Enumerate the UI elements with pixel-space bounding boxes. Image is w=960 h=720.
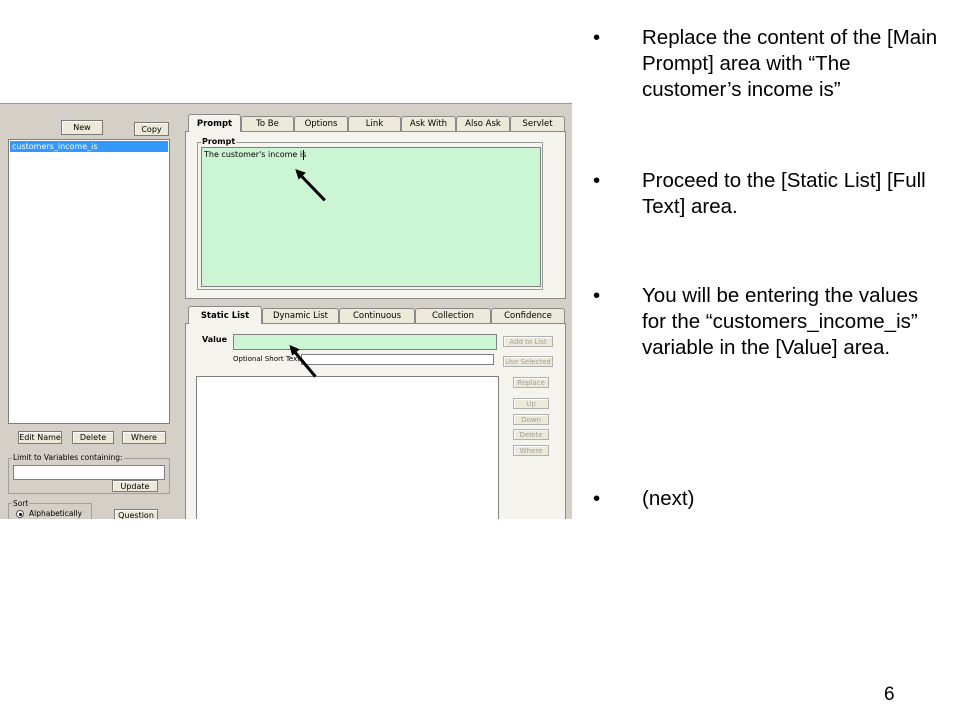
bullet-item: • Replace the content of the [Main Promp… <box>593 25 943 103</box>
prompt-text: The customer's income is <box>204 150 307 159</box>
update-button[interactable]: Update <box>112 480 158 492</box>
tab-dynamic-list[interactable]: Dynamic List <box>262 308 339 323</box>
add-to-list-button[interactable]: Add to List <box>503 336 553 347</box>
tab-servlet[interactable]: Servlet <box>510 116 565 131</box>
bullet-item: • Proceed to the [Static List] [Full Tex… <box>593 168 943 220</box>
bullet-text: Proceed to the [Static List] [Full Text]… <box>642 169 926 218</box>
where-value-button[interactable]: Where <box>513 445 549 456</box>
bullet-text: You will be entering the values for the … <box>642 284 919 359</box>
prompt-panel: Prompt The customer's income is <box>185 131 566 299</box>
edit-name-button[interactable]: Edit Name <box>18 431 62 444</box>
tab-continuous[interactable]: Continuous <box>339 308 415 323</box>
variable-list[interactable]: customers_income_is <box>8 139 170 424</box>
radio-icon[interactable] <box>16 510 24 518</box>
text-cursor <box>303 150 304 160</box>
bullet-icon: • <box>593 487 601 510</box>
filter-label: Limit to Variables containing: <box>12 453 124 462</box>
bullet-text: Replace the content of the [Main Prompt]… <box>642 26 938 101</box>
short-text-label: Optional Short Text: <box>233 355 303 363</box>
copy-button[interactable]: Copy <box>134 122 169 136</box>
replace-button[interactable]: Replace <box>513 377 549 388</box>
tab-also-ask[interactable]: Also Ask <box>456 116 510 131</box>
bullet-text: (next) <box>642 487 695 510</box>
short-text-input[interactable] <box>301 354 494 365</box>
value-list[interactable] <box>196 376 499 519</box>
sort-label: Sort <box>12 499 30 508</box>
bullet-item: • (next) <box>593 486 943 512</box>
bullet-icon: • <box>593 284 601 307</box>
app-screenshot: New Copy customers_income_is Edit Name D… <box>0 103 572 519</box>
filter-input[interactable] <box>13 465 165 480</box>
tab-confidence[interactable]: Confidence <box>491 308 565 323</box>
tab-link[interactable]: Link <box>348 116 401 131</box>
where-variable-button[interactable]: Where <box>122 431 166 444</box>
bullet-icon: • <box>593 169 601 192</box>
prompt-group-label: Prompt <box>201 137 237 146</box>
page-number: 6 <box>884 684 895 705</box>
bullet-icon: • <box>593 26 601 49</box>
delete-variable-button[interactable]: Delete <box>72 431 114 444</box>
use-selected-button[interactable]: Use Selected <box>503 356 553 367</box>
up-button[interactable]: Up <box>513 398 549 409</box>
bullet-item: • You will be entering the values for th… <box>593 283 943 361</box>
prompt-textarea[interactable]: The customer's income is <box>201 147 541 287</box>
tab-prompt[interactable]: Prompt <box>188 114 241 132</box>
list-item-selected[interactable]: customers_income_is <box>10 141 168 152</box>
static-list-panel: Value Optional Short Text: Add to List U… <box>185 323 566 519</box>
new-button[interactable]: New <box>61 120 103 135</box>
tab-to-be[interactable]: To Be <box>241 116 294 131</box>
tab-ask-with[interactable]: Ask With <box>401 116 456 131</box>
sort-group: Sort Alphabetically <box>8 499 92 519</box>
question-button[interactable]: Question <box>114 509 158 519</box>
tab-collection[interactable]: Collection <box>415 308 491 323</box>
down-button[interactable]: Down <box>513 414 549 425</box>
tab-static-list[interactable]: Static List <box>188 306 262 324</box>
value-label: Value <box>202 335 228 344</box>
sort-option-label: Alphabetically <box>29 509 83 518</box>
delete-value-button[interactable]: Delete <box>513 429 549 440</box>
tab-options[interactable]: Options <box>294 116 348 131</box>
value-input[interactable] <box>233 334 497 350</box>
